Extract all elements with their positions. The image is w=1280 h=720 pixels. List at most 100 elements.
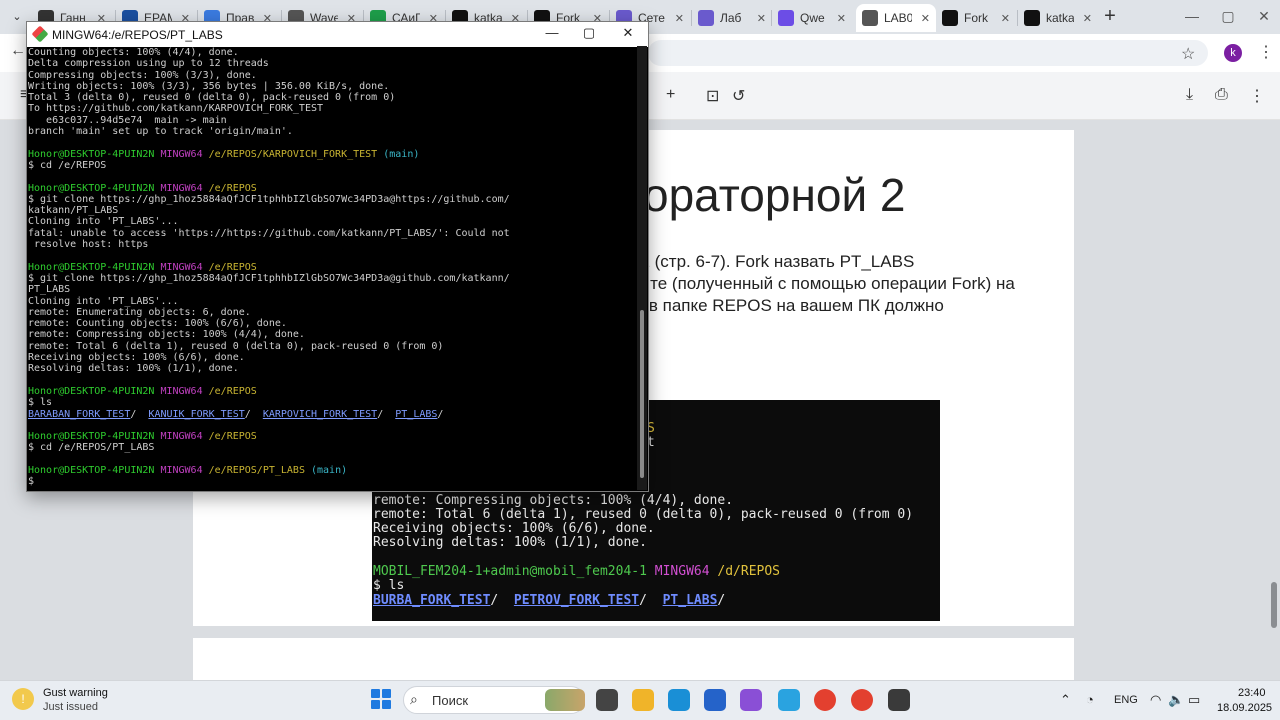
tab-close-icon[interactable]: ✕ [921, 12, 930, 25]
tab-9[interactable]: Qwe ✕ [772, 4, 852, 32]
directory-name: BARABAN_FORK_TEST [28, 408, 131, 420]
image-text: remote: Total 6 (delta 1), reused 0 (del… [373, 506, 914, 522]
chevron-up-icon[interactable]: ⌃ [1060, 692, 1071, 708]
search-highlight-image[interactable] [545, 689, 585, 711]
image-text-line: Receiving objects: 100% (6/6), done. [373, 521, 655, 536]
close-icon[interactable]: ✕ [1249, 6, 1279, 26]
clock-time[interactable]: 23:40 [1238, 687, 1266, 699]
maximize-icon[interactable]: ▢ [1213, 6, 1243, 26]
print-icon[interactable]: ⎙ [1215, 86, 1228, 104]
terminal-text: (main) [377, 148, 420, 160]
terminal-text: PT_LABS [28, 284, 71, 296]
image-text: remote: Compressing objects: 100% (4/4),… [373, 492, 734, 508]
weather-alert-icon[interactable]: ! [12, 688, 34, 710]
image-text: PT_LABS [662, 592, 718, 608]
telegram-icon[interactable] [778, 689, 800, 711]
terminal-line: $ [28, 476, 636, 487]
terminal-text: remote: Total 6 (delta 1), reused 0 (del… [28, 340, 444, 352]
image-text-line: remote: Compressing objects: 100% (4/4),… [373, 493, 733, 508]
terminal-line: Cloning into 'PT_LABS'... [28, 296, 636, 307]
task-view-icon[interactable] [596, 689, 618, 711]
file-explorer-icon[interactable] [632, 689, 654, 711]
terminal-line: katkann/PT_LABS [28, 205, 636, 216]
terminal-text: remote: Compressing objects: 100% (4/4),… [28, 329, 305, 341]
terminal-line: Honor@DESKTOP-4PUIN2N MINGW64 /e/REPOS/K… [28, 149, 636, 160]
page-heading: оратор­ной 2 [643, 169, 906, 221]
pdf-more-icon[interactable]: ⋮ [1249, 86, 1265, 106]
volume-muted-icon[interactable]: 🔈 [1168, 692, 1184, 708]
terminal-text: remote: Counting objects: 100% (6/6), do… [28, 318, 287, 330]
terminal-maximize-icon[interactable]: ▢ [578, 25, 600, 43]
minimize-icon[interactable]: — [1177, 6, 1207, 26]
profile-avatar[interactable]: k [1224, 44, 1242, 62]
terminal-text: /e/REPOS [202, 261, 257, 273]
github-icon [1024, 10, 1040, 26]
store-icon[interactable] [704, 689, 726, 711]
wifi-icon[interactable]: ◠ [1150, 692, 1161, 708]
pdf-scroll-thumb[interactable] [1271, 582, 1277, 628]
terminal-line: remote: Enumerating objects: 6, done. [28, 307, 636, 318]
terminal-text: fatal: unable to access 'https://https:/… [28, 227, 510, 239]
image-text: MOBIL_FEM204-1+admin@mobil_fem204-1 [373, 564, 647, 579]
terminal-line: Counting objects: 100% (4/4), done. [28, 47, 636, 58]
more-vertical-icon[interactable]: ⋮ [1258, 42, 1274, 62]
tab-close-icon[interactable]: ✕ [1001, 12, 1010, 25]
tab-close-icon[interactable]: ✕ [837, 12, 846, 25]
edge-icon[interactable] [668, 689, 690, 711]
weather-subtitle: Just issued [43, 701, 99, 713]
image-text [373, 550, 381, 565]
new-tab-button[interactable]: + [1098, 6, 1122, 28]
visual-studio-icon[interactable] [740, 689, 762, 711]
image-text-line: Resolving deltas: 100% (1/1), done. [373, 535, 647, 550]
fit-page-icon[interactable]: ⊡ [706, 86, 719, 106]
directory-name: KARPOVICH_FORK_TEST [262, 408, 378, 420]
tab-search-icon[interactable]: ⌄ [8, 8, 26, 26]
terminal-line: Honor@DESKTOP-4PUIN2N MINGW64 /e/REPOS/P… [28, 465, 636, 476]
zoom-in-icon[interactable]: + [666, 86, 675, 104]
search-placeholder: Поиск [432, 693, 469, 708]
terminal-text: MINGW64 [154, 464, 203, 476]
battery-icon[interactable]: ▭ [1188, 692, 1200, 708]
rotate-icon[interactable]: ↺ [732, 86, 745, 106]
clock-date[interactable]: 18.09.2025 [1217, 702, 1272, 714]
terminal-scroll-thumb[interactable] [640, 310, 644, 478]
terminal-text: resolve host: https [28, 239, 149, 251]
terminal-text: Counting objects: 100% (4/4), done. [28, 47, 239, 58]
git-bash-window[interactable]: MINGW64:/e/REPOS/PT_LABS — ▢ ✕ Counting … [26, 21, 649, 492]
terminal-close-icon[interactable]: ✕ [617, 25, 639, 43]
weather-title[interactable]: Gust warning [43, 687, 108, 699]
terminal-titlebar[interactable]: MINGW64:/e/REPOS/PT_LABS — ▢ ✕ [27, 22, 648, 47]
tab-close-icon[interactable]: ✕ [675, 12, 684, 25]
network-status-icon[interactable]: ◔ [1086, 692, 1094, 707]
git-bash-icon[interactable] [888, 689, 910, 711]
download-icon[interactable]: ⤓ [1186, 86, 1193, 104]
terminal-minimize-icon[interactable]: — [541, 25, 563, 43]
terminal-text: /e/REPOS [202, 182, 257, 194]
back-arrow-icon[interactable]: ← [10, 42, 26, 60]
terminal-text: / [244, 408, 263, 420]
terminal-line: Resolving deltas: 100% (1/1), done. [28, 363, 636, 374]
terminal-text: / [437, 408, 444, 420]
start-button[interactable] [371, 689, 391, 709]
tab-label: katka [1046, 11, 1074, 25]
bookmark-star-icon[interactable]: ☆ [1181, 44, 1195, 64]
terminal-text: MINGW64 [154, 182, 203, 194]
terminal-line: Receiving objects: 100% (6/6), done. [28, 352, 636, 363]
terminal-text: $ [28, 476, 35, 488]
terminal-output[interactable]: Counting objects: 100% (4/4), done. Delta… [28, 47, 636, 491]
terminal-text: katkann/PT_LABS [28, 205, 119, 217]
tab-8[interactable]: Лаб ✕ [692, 4, 772, 32]
tab-close-icon[interactable]: ✕ [1083, 12, 1092, 25]
tab-12[interactable]: katka ✕ [1018, 4, 1098, 32]
tab-close-icon[interactable]: ✕ [757, 12, 766, 25]
tab-10[interactable]: LAB0 ✕ [856, 4, 936, 32]
chrome-alt-icon[interactable] [851, 689, 873, 711]
terminal-line: resolve host: https [28, 239, 636, 250]
language-indicator[interactable]: ENG [1114, 694, 1138, 706]
address-bar[interactable] [648, 40, 1208, 66]
tab-11[interactable]: Fork ✕ [936, 4, 1016, 32]
chrome-icon[interactable] [814, 689, 836, 711]
